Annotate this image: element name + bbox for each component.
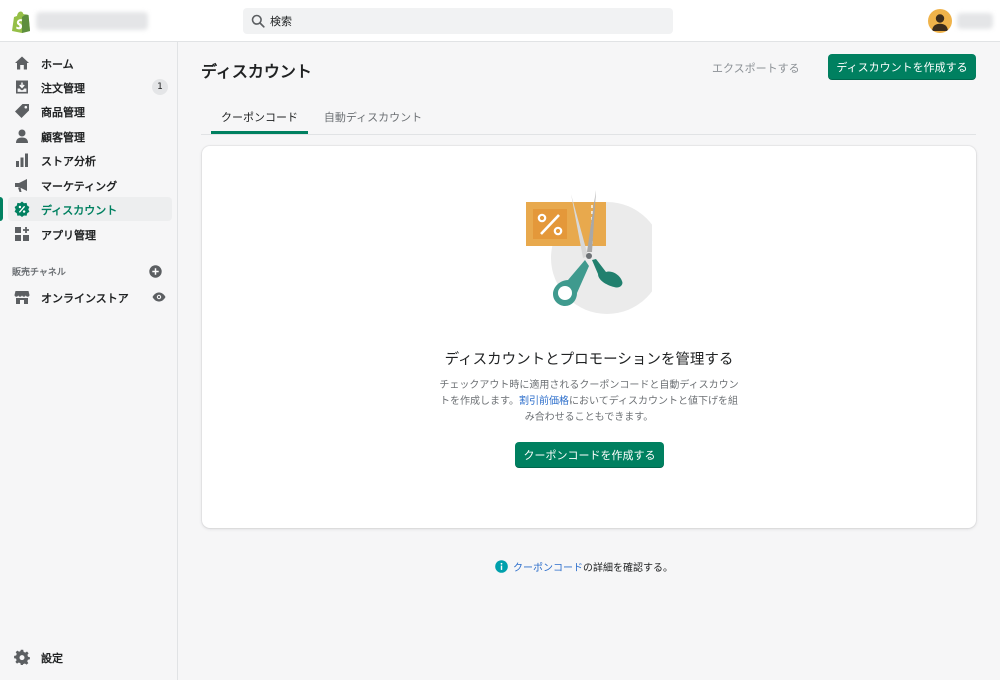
sidebar-item-customers[interactable]: 顧客管理 bbox=[8, 124, 172, 148]
sidebar-item-orders[interactable]: 注文管理 1 bbox=[8, 75, 172, 99]
sidebar-item-label: マーケティング bbox=[41, 180, 118, 193]
avatar[interactable] bbox=[928, 9, 952, 33]
user-name-blurred[interactable] bbox=[957, 13, 993, 29]
create-discount-button[interactable]: ディスカウントを作成する bbox=[828, 54, 976, 80]
sidebar-item-products[interactable]: 商品管理 bbox=[8, 99, 172, 123]
home-icon bbox=[15, 56, 29, 70]
sales-channels-heading: 販売チャネル bbox=[12, 268, 66, 278]
coupon-code-help-link[interactable]: クーポンコード bbox=[513, 563, 583, 574]
user-icon bbox=[932, 14, 948, 31]
sidebar-item-online-store[interactable]: オンラインストア bbox=[8, 285, 172, 309]
sidebar: ホーム 注文管理 1 商品管理 顧客管理 ストア分析 マーケティング ディスカウ… bbox=[0, 42, 178, 680]
sidebar-item-discounts[interactable]: ディスカウント bbox=[0, 197, 172, 221]
person-icon bbox=[16, 129, 28, 143]
discount-icon bbox=[14, 201, 30, 217]
sidebar-item-marketing[interactable]: マーケティング bbox=[8, 173, 172, 197]
sidebar-item-label: 設定 bbox=[41, 652, 63, 665]
sidebar-item-label: ストア分析 bbox=[41, 155, 96, 168]
gear-icon bbox=[14, 649, 30, 665]
empty-state-heading: ディスカウントとプロモーションを管理する bbox=[444, 352, 734, 368]
coupon-scissors-illustration bbox=[526, 190, 652, 314]
sidebar-item-settings[interactable]: 設定 bbox=[8, 645, 172, 669]
megaphone-icon bbox=[15, 179, 27, 192]
info-icon bbox=[495, 560, 508, 573]
store-icon bbox=[14, 291, 30, 304]
top-bar: 検索 bbox=[0, 0, 1000, 42]
add-channel-icon[interactable] bbox=[149, 265, 162, 278]
sidebar-item-apps[interactable]: アプリ管理 bbox=[8, 222, 172, 246]
create-coupon-button[interactable]: クーポンコードを作成する bbox=[515, 442, 664, 468]
export-button[interactable]: エクスポートする bbox=[712, 58, 800, 78]
orders-count-badge: 1 bbox=[152, 79, 168, 95]
search-placeholder: 検索 bbox=[270, 15, 292, 28]
tab-coupon-codes[interactable]: クーポンコード bbox=[211, 101, 308, 134]
sidebar-item-label: 注文管理 bbox=[41, 82, 85, 95]
sidebar-item-label: オンラインストア bbox=[41, 292, 129, 305]
compare-at-price-link[interactable]: 割引前価格 bbox=[519, 396, 569, 407]
eye-icon[interactable] bbox=[152, 290, 166, 304]
orders-icon bbox=[16, 80, 28, 94]
sidebar-item-label: ホーム bbox=[41, 58, 74, 71]
sidebar-item-label: 商品管理 bbox=[41, 106, 85, 119]
footer-help-text: の詳細を確認する。 bbox=[583, 563, 673, 574]
tab-automatic-discounts[interactable]: 自動ディスカウント bbox=[318, 101, 428, 134]
sidebar-item-label: アプリ管理 bbox=[41, 229, 96, 242]
apps-icon bbox=[15, 227, 29, 241]
bar-chart-icon bbox=[16, 153, 28, 167]
sidebar-item-label: 顧客管理 bbox=[41, 131, 85, 144]
store-name-blurred[interactable] bbox=[36, 12, 148, 30]
footer-help: クーポンコードの詳細を確認する。 bbox=[495, 559, 673, 574]
tag-icon bbox=[15, 104, 29, 118]
empty-state-card: ディスカウントとプロモーションを管理する チェックアウト時に適用されるクーポンコ… bbox=[202, 146, 976, 528]
sidebar-item-analytics[interactable]: ストア分析 bbox=[8, 148, 172, 172]
tab-bar: クーポンコード 自動ディスカウント bbox=[201, 101, 976, 135]
empty-state-description: チェックアウト時に適用されるクーポンコードと自動ディスカウントを作成します。割引… bbox=[439, 378, 739, 426]
shopify-logo-icon[interactable] bbox=[11, 11, 31, 33]
active-indicator bbox=[0, 197, 3, 221]
page-title: ディスカウント bbox=[201, 62, 312, 81]
sidebar-item-home[interactable]: ホーム bbox=[8, 51, 172, 75]
sidebar-item-label: ディスカウント bbox=[41, 204, 118, 217]
search-icon bbox=[251, 14, 265, 28]
search-bar[interactable]: 検索 bbox=[243, 8, 673, 34]
